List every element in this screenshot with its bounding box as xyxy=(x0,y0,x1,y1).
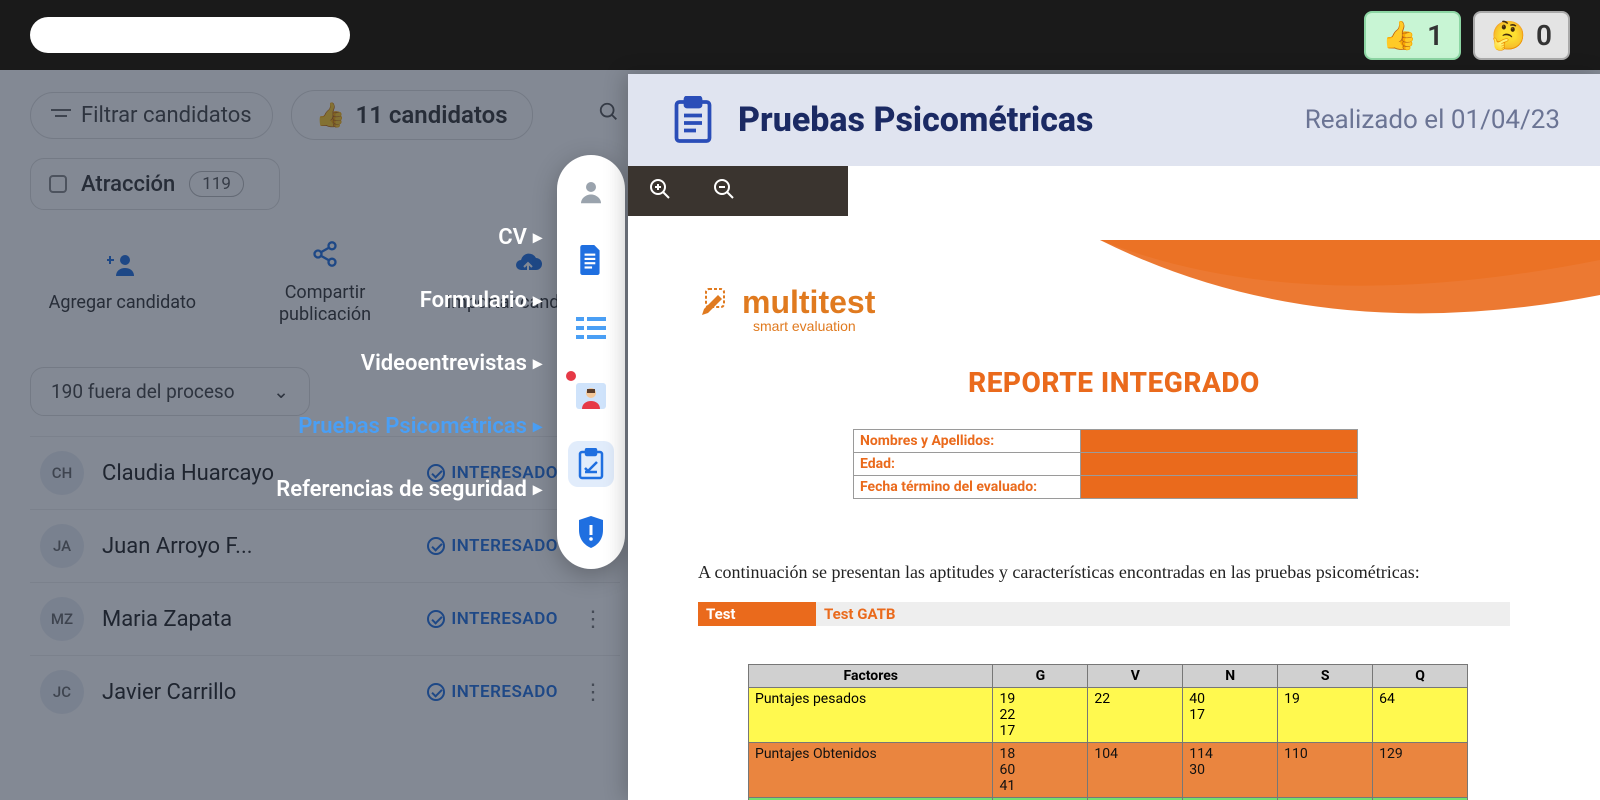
thumbs-up-chip[interactable]: 👍 1 xyxy=(1364,11,1461,60)
report-heading: REPORTE INTEGRADO xyxy=(628,366,1600,399)
test-row: Test Test GATB xyxy=(698,602,1510,626)
report-panel: Pruebas Psicométricas Realizado el 01/04… xyxy=(628,74,1600,800)
report-title: Pruebas Psicométricas xyxy=(738,100,1094,140)
pdf-toolbar xyxy=(628,166,848,216)
pencil-icon xyxy=(698,285,734,321)
info-table: Nombres y Apellidos: Edad: Fecha término… xyxy=(853,429,1358,499)
vmenu xyxy=(557,155,625,569)
logo: multitest smart evaluation xyxy=(698,284,875,321)
table-row: Puntajes Obtenidos18 60 41104114 3011012… xyxy=(749,743,1468,798)
person-icon[interactable] xyxy=(568,169,614,215)
thinking-count: 0 xyxy=(1536,19,1552,52)
vmenu-item-referencias[interactable]: Referencias de seguridad▸ xyxy=(230,477,542,502)
thumbs-up-icon: 👍 xyxy=(1382,19,1417,52)
vmenu-item-psicometricas[interactable]: Pruebas Psicométricas▸ xyxy=(230,414,542,439)
clipboard-icon xyxy=(668,95,718,145)
shield-icon[interactable] xyxy=(568,509,614,555)
document-icon[interactable] xyxy=(568,237,614,283)
chevron-right-icon: ▸ xyxy=(533,290,542,311)
report-date: Realizado el 01/04/23 xyxy=(1305,105,1560,135)
vmenu-labels: CV▸ Formulario▸ Videoentrevistas▸ Prueba… xyxy=(230,225,542,502)
vmenu-item-video[interactable]: Videoentrevistas▸ xyxy=(230,351,542,376)
video-person-icon[interactable] xyxy=(568,373,614,419)
chevron-right-icon: ▸ xyxy=(533,227,542,248)
clipboard-check-icon[interactable] xyxy=(568,441,614,487)
vmenu-item-cv[interactable]: CV▸ xyxy=(230,225,542,250)
search-pill[interactable] xyxy=(30,17,350,53)
thinking-icon: 🤔 xyxy=(1491,19,1526,52)
top-bar: 👍 1 🤔 0 xyxy=(0,0,1600,70)
vmenu-item-formulario[interactable]: Formulario▸ xyxy=(230,288,542,313)
thinking-chip[interactable]: 🤔 0 xyxy=(1473,11,1570,60)
table-row: Puntajes pesados19 22 172240 171964 xyxy=(749,688,1468,743)
zoom-out-icon[interactable] xyxy=(712,177,736,205)
report-header: Pruebas Psicométricas Realizado el 01/04… xyxy=(628,74,1600,166)
chevron-right-icon: ▸ xyxy=(533,353,542,374)
top-right: 👍 1 🤔 0 xyxy=(1364,11,1570,60)
form-icon[interactable] xyxy=(568,305,614,351)
thumbs-up-count: 1 xyxy=(1427,19,1443,52)
zoom-in-icon[interactable] xyxy=(648,177,672,205)
decorative-swoosh xyxy=(1100,240,1600,440)
chevron-right-icon: ▸ xyxy=(533,416,542,437)
gatb-table: Factores G V N S Q Puntajes pesados19 22… xyxy=(748,664,1468,800)
intro-text: A continuación se presentan las aptitude… xyxy=(698,562,1510,583)
chevron-right-icon: ▸ xyxy=(533,479,542,500)
